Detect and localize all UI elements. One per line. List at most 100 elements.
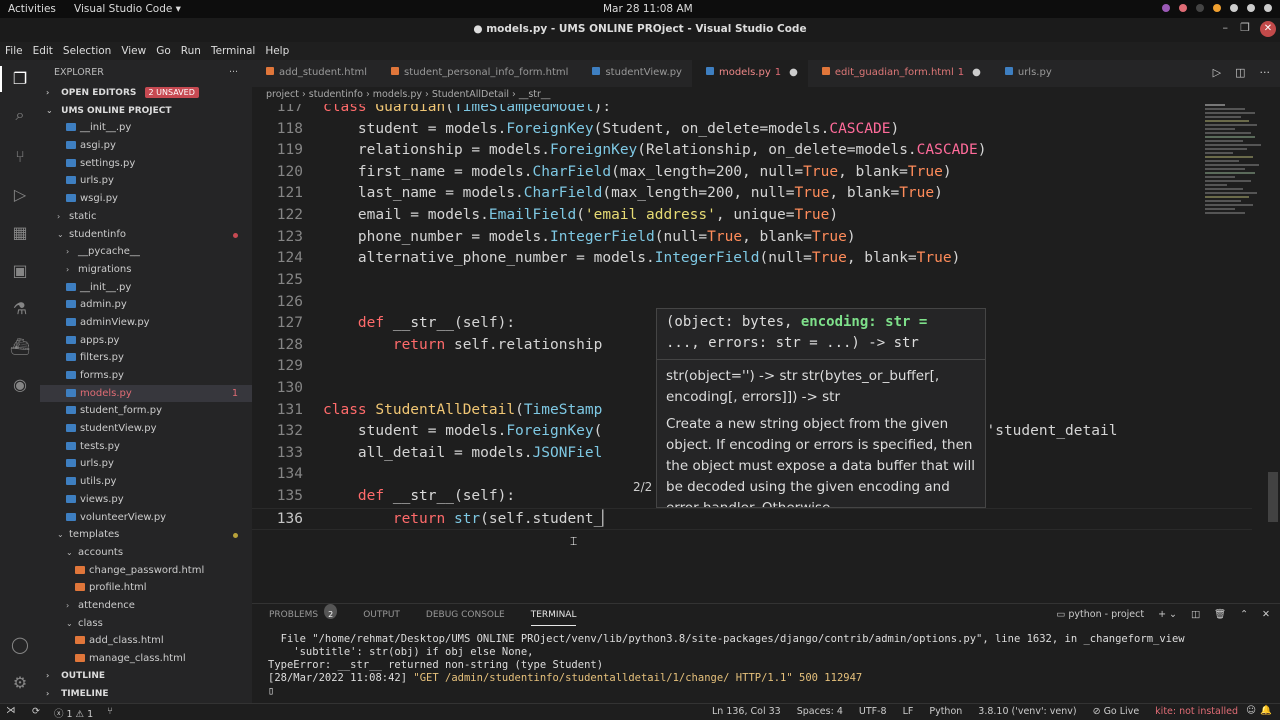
end-of-line[interactable]: LF: [903, 706, 914, 717]
docker-icon[interactable]: ⛴: [9, 336, 31, 358]
activities-button[interactable]: Activities: [8, 3, 56, 15]
menu-file[interactable]: File: [5, 42, 23, 60]
outline-section[interactable]: › OUTLINE: [40, 667, 252, 685]
tree-item[interactable]: › static: [40, 208, 252, 226]
split-editor-icon[interactable]: ◫: [1235, 66, 1245, 79]
menu-view[interactable]: View: [121, 42, 146, 60]
tree-item[interactable]: asgi.py: [40, 137, 252, 155]
menu-run[interactable]: Run: [181, 42, 201, 60]
tray-app-icon[interactable]: [1196, 4, 1204, 12]
editor-tab[interactable]: urls.py: [991, 60, 1062, 87]
tree-item[interactable]: __init__.py: [40, 119, 252, 137]
menu-terminal[interactable]: Terminal: [211, 42, 255, 60]
clock[interactable]: Mar 28 11:08 AM: [603, 3, 693, 15]
editor-tab[interactable]: add_student.html: [252, 60, 377, 87]
browser-icon[interactable]: ◉: [9, 374, 31, 396]
search-icon[interactable]: ⌕: [9, 104, 31, 126]
terminal-selector[interactable]: ▭ python - project: [1056, 609, 1144, 620]
tree-item[interactable]: views.py: [40, 491, 252, 509]
breadcrumb[interactable]: project › studentinfo › models.py › Stud…: [266, 89, 550, 103]
source-control-icon[interactable]: ⑂: [9, 146, 31, 168]
run-debug-icon[interactable]: ▷: [9, 184, 31, 206]
tree-item[interactable]: add_class.html: [40, 632, 252, 650]
sync-icon[interactable]: ⟳: [32, 706, 40, 720]
tree-item[interactable]: ⌄ templates: [40, 526, 252, 544]
minimize-icon[interactable]: –: [1223, 21, 1229, 34]
minimap[interactable]: [1205, 104, 1265, 304]
account-icon[interactable]: ◯: [9, 634, 31, 656]
code-line[interactable]: 123 phone_number = models.IntegerField(n…: [252, 227, 1252, 249]
open-editors-section[interactable]: › OPEN EDITORS 2 UNSAVED: [40, 84, 252, 102]
tree-item[interactable]: ⌄ studentinfo: [40, 226, 252, 244]
tab-terminal[interactable]: TERMINAL: [530, 604, 577, 626]
extensions-icon[interactable]: ▦: [9, 222, 31, 244]
overload-pager[interactable]: 2/2: [633, 480, 653, 494]
code-line-current[interactable]: 136 return str(self.student_▏: [252, 508, 1252, 530]
python-interpreter[interactable]: 3.8.10 ('venv': venv): [978, 706, 1076, 717]
language-mode[interactable]: Python: [929, 706, 962, 717]
tab-debug-console[interactable]: DEBUG CONSOLE: [426, 604, 505, 626]
new-terminal-icon[interactable]: + ⌄: [1158, 609, 1177, 620]
split-terminal-icon[interactable]: ◫: [1191, 609, 1200, 620]
tree-item[interactable]: student_form.py: [40, 402, 252, 420]
editor-tab[interactable]: edit_guadian_form.html 1 ●: [808, 60, 991, 87]
run-icon[interactable]: ▷: [1213, 66, 1221, 79]
tray-app-icon[interactable]: [1162, 4, 1170, 12]
tree-item[interactable]: profile.html: [40, 579, 252, 597]
feedback-icon[interactable]: ☺: [1246, 705, 1256, 716]
notification-icon[interactable]: [1213, 4, 1221, 12]
settings-gear-icon[interactable]: ⚙: [9, 672, 31, 694]
tree-item[interactable]: urls.py: [40, 455, 252, 473]
code-line[interactable]: 121 last_name = models.CharField(max_len…: [252, 183, 1252, 205]
code-line[interactable]: 118 student = models.ForeignKey(Student,…: [252, 119, 1252, 141]
menu-edit[interactable]: Edit: [33, 42, 53, 60]
tree-item[interactable]: utils.py: [40, 473, 252, 491]
notifications-icon[interactable]: 🔔: [1260, 705, 1272, 716]
editor-tab[interactable]: student_personal_info_form.html: [377, 60, 578, 87]
unsaved-dot-icon[interactable]: ●: [972, 67, 981, 78]
editor-tab[interactable]: studentView.py: [578, 60, 691, 87]
remote-icon[interactable]: ⋊: [6, 705, 16, 716]
unsaved-dot-icon[interactable]: ●: [789, 67, 798, 78]
editor-scrollbar[interactable]: [1268, 472, 1278, 522]
tree-item[interactable]: settings.py: [40, 155, 252, 173]
tree-item[interactable]: wsgi.py: [40, 190, 252, 208]
code-line[interactable]: 124 alternative_phone_number = models.In…: [252, 248, 1252, 270]
kill-terminal-icon[interactable]: 🗑: [1214, 609, 1226, 620]
menu-go[interactable]: Go: [156, 42, 171, 60]
kite-status[interactable]: kite: not installed: [1155, 706, 1238, 717]
maximize-panel-icon[interactable]: ⌃: [1240, 609, 1248, 620]
tree-item[interactable]: ⌄ accounts: [40, 544, 252, 562]
tree-item[interactable]: ⌄ class: [40, 615, 252, 633]
code-line[interactable]: 119 relationship = models.ForeignKey(Rel…: [252, 140, 1252, 162]
tree-item[interactable]: change_password.html: [40, 562, 252, 580]
file-encoding[interactable]: UTF-8: [859, 706, 887, 717]
remote-explorer-icon[interactable]: ▣: [9, 260, 31, 282]
timeline-section[interactable]: › TIMELINE: [40, 685, 252, 703]
battery-icon[interactable]: [1264, 4, 1272, 12]
tree-item[interactable]: tests.py: [40, 438, 252, 456]
restore-icon[interactable]: ❐: [1240, 21, 1250, 34]
cursor-position[interactable]: Ln 136, Col 33: [712, 706, 781, 717]
menu-help[interactable]: Help: [265, 42, 289, 60]
tray-app-icon[interactable]: [1179, 4, 1187, 12]
project-section[interactable]: ⌄ UMS ONLINE PROJECT: [40, 102, 252, 120]
explorer-icon[interactable]: ❐: [9, 68, 31, 90]
testing-icon[interactable]: ⚗: [9, 298, 31, 320]
code-line[interactable]: 125: [252, 270, 1252, 292]
git-icon[interactable]: ⑂: [107, 706, 113, 720]
tree-item[interactable]: › attendence: [40, 597, 252, 615]
tree-item[interactable]: › migrations: [40, 261, 252, 279]
more-actions-icon[interactable]: ···: [1260, 66, 1271, 79]
tree-item[interactable]: › __pycache__: [40, 243, 252, 261]
tree-item[interactable]: studentView.py: [40, 420, 252, 438]
close-icon[interactable]: ✕: [1260, 21, 1276, 37]
tree-item[interactable]: forms.py: [40, 367, 252, 385]
signature-help-popup[interactable]: (object: bytes, encoding: str = ..., err…: [656, 308, 986, 508]
code-line[interactable]: 120 first_name = models.CharField(max_le…: [252, 162, 1252, 184]
tree-item[interactable]: __init__.py: [40, 279, 252, 297]
volume-icon[interactable]: [1247, 4, 1255, 12]
tree-item[interactable]: adminView.py: [40, 314, 252, 332]
tab-problems[interactable]: PROBLEMS 2: [269, 604, 338, 626]
code-line[interactable]: 117 class Guardian(TimeStampedModel):: [252, 104, 1252, 119]
